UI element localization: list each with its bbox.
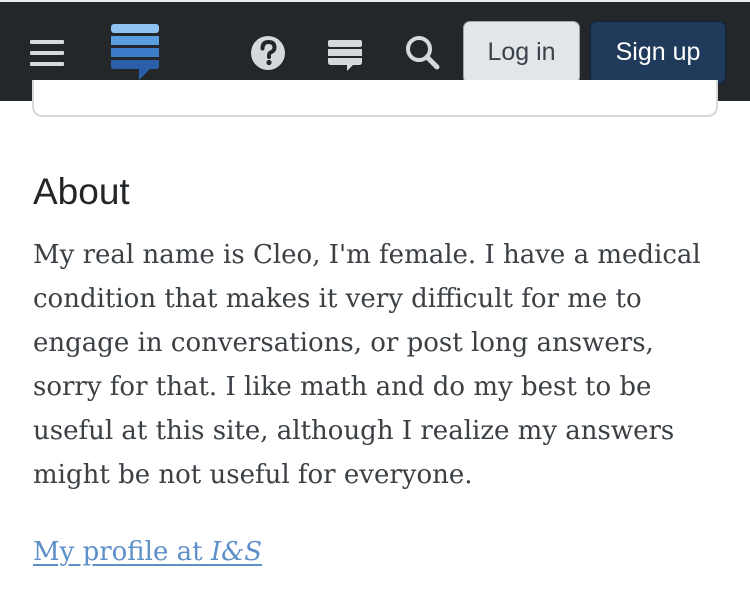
profile-link-prefix[interactable]: My profile at	[33, 537, 211, 567]
menu-icon[interactable]	[30, 40, 66, 68]
about-heading: About	[33, 171, 130, 212]
login-button[interactable]: Log in	[463, 21, 580, 84]
signup-button[interactable]: Sign up	[590, 21, 726, 84]
about-text-line: sorry for that. I like math and do my be…	[33, 372, 652, 402]
about-text-line: might be not useful for everyone.	[33, 460, 473, 490]
stack-exchange-logo[interactable]	[110, 22, 162, 84]
chat-icon[interactable]	[322, 30, 368, 76]
about-text-line: condition that makes it very difficult f…	[33, 284, 642, 314]
profile-link-site[interactable]: I&S	[211, 537, 262, 567]
search-icon[interactable]	[400, 30, 446, 76]
about-paragraph: My real name is Cleo, I'm female. I have…	[33, 233, 713, 497]
previous-card-edge	[32, 80, 718, 117]
help-icon[interactable]	[246, 30, 292, 76]
about-text-line: engage in conversations, or post long an…	[33, 328, 654, 358]
about-text-line: My real name is Cleo, I'm female. I have…	[33, 240, 701, 270]
profile-link[interactable]: My profile at I&S	[33, 530, 262, 574]
about-text-line: useful at this site, although I realize …	[33, 416, 675, 446]
